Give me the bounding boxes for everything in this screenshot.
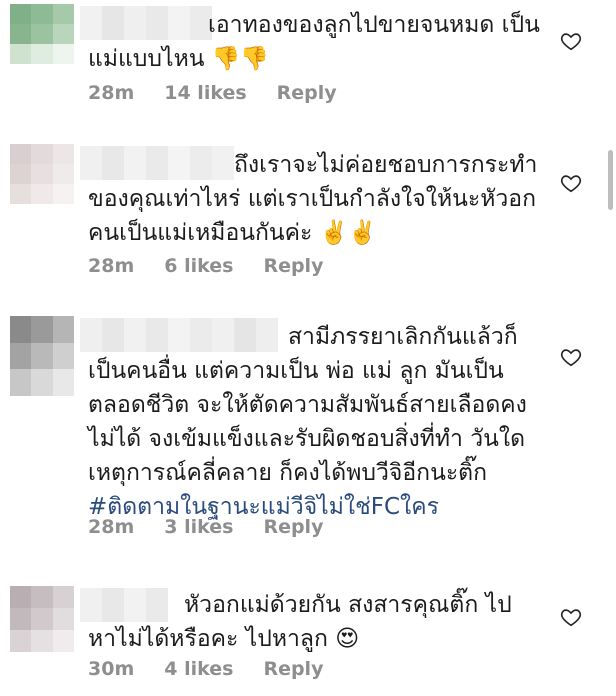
avatar[interactable]	[10, 144, 74, 204]
heart-outline-icon[interactable]	[560, 606, 582, 628]
comment-time: 28m	[88, 255, 135, 277]
comment-text: ถึงเราจะไม่ค่อยชอบการกระทำ ของคุณเท่าไหร…	[88, 152, 538, 246]
scrollbar[interactable]	[608, 150, 613, 210]
reply-button[interactable]: Reply	[263, 255, 323, 277]
like-count[interactable]: 4 likes	[164, 658, 233, 680]
reply-button[interactable]: Reply	[263, 658, 323, 680]
comment-meta: 30m 4 likes Reply	[88, 658, 323, 680]
like-count[interactable]: 6 likes	[164, 255, 233, 277]
heart-outline-icon[interactable]	[560, 30, 582, 52]
comment-text: หัวอกแม่ด้วยกัน สงสารคุณติ๊ก ไป หาไม่ได้…	[88, 592, 512, 652]
comment-time: 28m	[88, 516, 135, 538]
avatar[interactable]	[10, 4, 74, 64]
heart-outline-icon[interactable]	[560, 172, 582, 194]
avatar[interactable]	[10, 586, 74, 652]
reply-button[interactable]: Reply	[277, 82, 337, 104]
comment-meta: 28m 6 likes Reply	[88, 255, 323, 277]
comment-text: เอาทองของลูกไปขายจนหมด เป็น แม่แบบไหน 👎👎	[88, 12, 540, 72]
comment-meta: 28m 3 likes Reply	[88, 516, 323, 538]
avatar[interactable]	[10, 316, 74, 396]
reply-button[interactable]: Reply	[263, 516, 323, 538]
heart-outline-icon[interactable]	[560, 346, 582, 368]
like-count[interactable]: 3 likes	[164, 516, 233, 538]
comment-meta: 28m 14 likes Reply	[88, 82, 337, 104]
comment-time: 28m	[88, 82, 135, 104]
comment-time: 30m	[88, 658, 135, 680]
comment-text: สามีภรรยาเลิกกันแล้วก็ เป็นคนอื่น แต่ควา…	[88, 324, 527, 486]
like-count[interactable]: 14 likes	[164, 82, 246, 104]
